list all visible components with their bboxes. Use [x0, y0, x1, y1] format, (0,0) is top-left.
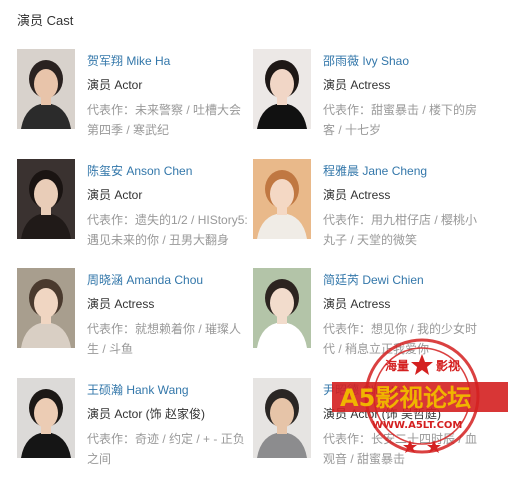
- actor-role: 演员 Actress: [87, 297, 155, 311]
- actor-role: 演员 Actor (饰 赵家俊): [87, 407, 206, 421]
- representative-works: 代表作：遗失的1/2 / HIStory5: 遇见未来的你 / 丑男大翻身: [87, 210, 253, 250]
- actor-name-link[interactable]: 邵雨薇 Ivy Shao: [323, 53, 489, 69]
- actor-name-link[interactable]: 程雅晨 Jane Cheng: [323, 163, 489, 179]
- actor-role: 演员 Actor (饰 吴哲庭): [323, 407, 442, 421]
- representative-works: 代表作：未来警察 / 吐槽大会第四季 / 寒武纪: [87, 100, 253, 140]
- works-label: 代表作：: [87, 213, 136, 227]
- watermark-top-text: 海量: [385, 358, 409, 373]
- actor-name-link[interactable]: 贺军翔 Mike Ha: [87, 53, 253, 69]
- actor-name-link[interactable]: 王硕瀚 Hank Wang: [87, 382, 253, 398]
- cast-card: 贺军翔 Mike Ha 演员 Actor 代表作：未来警察 / 吐槽大会第四季 …: [17, 49, 262, 141]
- actor-role: 演员 Actress: [323, 78, 391, 92]
- watermark-top-text-2: 影视: [436, 358, 460, 373]
- works-label: 代表作：: [323, 432, 372, 446]
- cast-card: 王硕瀚 Hank Wang 演员 Actor (饰 赵家俊) 代表作：奇迹 / …: [17, 378, 262, 470]
- cast-card: 陈玺安 Anson Chen 演员 Actor 代表作：遗失的1/2 / HIS…: [17, 159, 262, 251]
- works-label: 代表作：: [323, 103, 372, 117]
- works-label: 代表作：: [323, 213, 372, 227]
- actor-photo[interactable]: [17, 378, 75, 458]
- representative-works: 代表作：用九柑仔店 / 樱桃小丸子 / 天堂的微笑: [323, 210, 489, 250]
- actor-name-link[interactable]: 尹昭德 Chaote Yin: [323, 382, 489, 398]
- actor-photo[interactable]: [253, 159, 311, 239]
- actor-photo[interactable]: [253, 378, 311, 458]
- works-label: 代表作：: [87, 322, 136, 336]
- actor-name-link[interactable]: 周晓涵 Amanda Chou: [87, 272, 253, 288]
- actor-name-link[interactable]: 陈玺安 Anson Chen: [87, 163, 253, 179]
- actor-role: 演员 Actress: [323, 188, 391, 202]
- cast-card: 邵雨薇 Ivy Shao 演员 Actress 代表作：甜蜜暴击 / 楼下的房客…: [253, 49, 498, 141]
- actor-photo[interactable]: [17, 159, 75, 239]
- works-label: 代表作：: [87, 103, 136, 117]
- section-title: 演员 Cast: [17, 13, 74, 28]
- actor-role: 演员 Actor: [87, 188, 143, 202]
- representative-works: 代表作：就想赖着你 / 璀璨人生 / 斗鱼: [87, 319, 253, 359]
- representative-works: 代表作：奇迹 / 约定 / + - 正负之间: [87, 429, 253, 469]
- actor-name-link[interactable]: 简廷芮 Dewi Chien: [323, 272, 489, 288]
- representative-works: 代表作：长安二十四时辰 / 血观音 / 甜蜜暴击: [323, 429, 489, 469]
- cast-card: 尹昭德 Chaote Yin 演员 Actor (饰 吴哲庭) 代表作：长安二十…: [253, 378, 498, 470]
- representative-works: 代表作：想见你 / 我的少女时代 / 稍息立正我爱你: [323, 319, 489, 359]
- cast-card: 简廷芮 Dewi Chien 演员 Actress 代表作：想见你 / 我的少女…: [253, 268, 498, 360]
- actor-role: 演员 Actress: [323, 297, 391, 311]
- representative-works: 代表作：甜蜜暴击 / 楼下的房客 / 十七岁: [323, 100, 489, 140]
- actor-photo[interactable]: [17, 49, 75, 129]
- actor-photo[interactable]: [17, 268, 75, 348]
- actor-photo[interactable]: [253, 49, 311, 129]
- actor-photo[interactable]: [253, 268, 311, 348]
- cast-card: 周晓涵 Amanda Chou 演员 Actress 代表作：就想赖着你 / 璀…: [17, 268, 262, 360]
- actor-role: 演员 Actor: [87, 78, 143, 92]
- cast-card: 程雅晨 Jane Cheng 演员 Actress 代表作：用九柑仔店 / 樱桃…: [253, 159, 498, 251]
- works-label: 代表作：: [323, 322, 372, 336]
- works-label: 代表作：: [87, 432, 136, 446]
